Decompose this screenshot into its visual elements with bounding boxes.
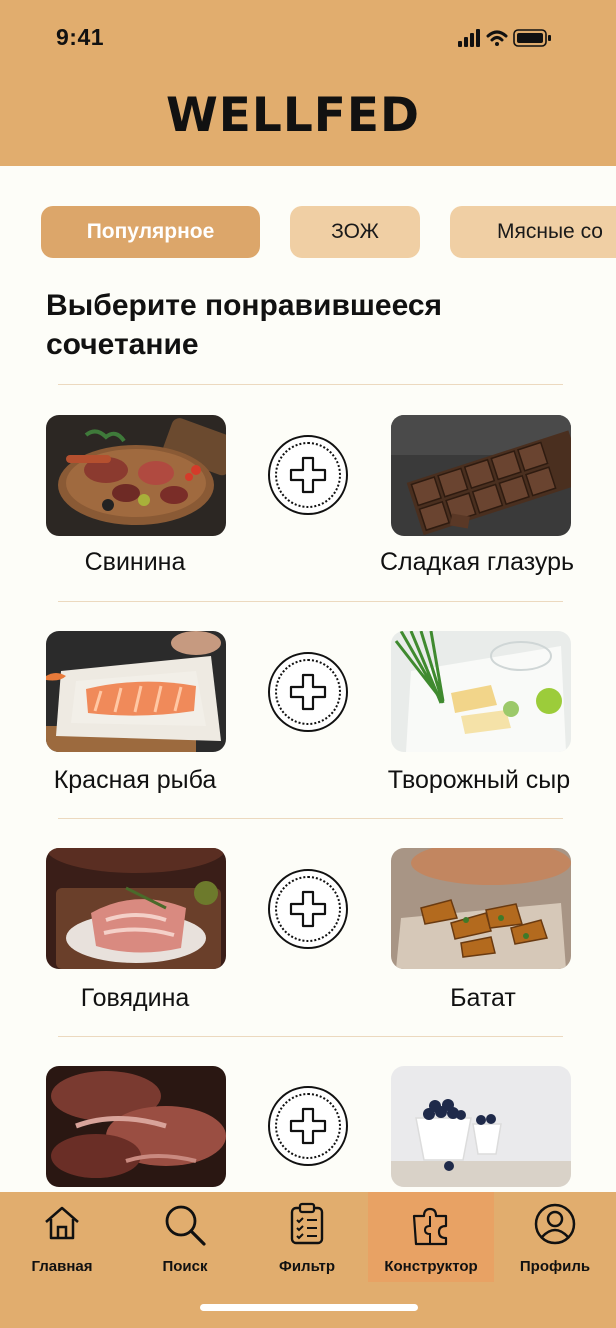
plus-icon (289, 890, 327, 928)
divider (58, 818, 563, 819)
plus-icon (289, 1107, 327, 1145)
thumb-glaze[interactable] (391, 415, 571, 536)
chip-meat[interactable]: Мясные со (450, 206, 616, 258)
cellular-signal-icon (458, 29, 480, 47)
combine-button[interactable] (268, 435, 348, 515)
chip-popular[interactable]: Популярное (41, 206, 260, 258)
meat-platter-photo (46, 415, 226, 536)
sweet-potato-photo (391, 848, 571, 969)
thumb-cream-cheese[interactable] (391, 631, 571, 752)
thumb-sweet-potato[interactable] (391, 848, 571, 969)
chocolate-bar-photo (391, 415, 571, 536)
tab-label: Профиль (519, 1258, 591, 1275)
divider (58, 1036, 563, 1037)
ingredient-label: Красная рыба (53, 766, 217, 794)
combine-button[interactable] (268, 869, 348, 949)
divider (58, 601, 563, 602)
beef-steak-photo (46, 848, 226, 969)
page-heading: Выберите понравившееся сочетание (46, 289, 443, 361)
clipboard-checklist-icon (290, 1202, 324, 1245)
salmon-fillet-photo (46, 631, 226, 752)
thumb-beef[interactable] (46, 848, 226, 969)
ingredient-label: Творожный сыр (387, 766, 571, 794)
tab-search[interactable]: Поиск (142, 1192, 228, 1282)
wifi-icon (486, 30, 508, 46)
plus-icon (289, 456, 327, 494)
tab-constructor[interactable]: Конструктор (368, 1192, 494, 1282)
thumb-blueberries[interactable] (391, 1066, 571, 1187)
grilled-meat-photo (46, 1066, 226, 1187)
puzzle-icon (412, 1207, 448, 1246)
cheese-plate-photo (391, 631, 571, 752)
tab-label: Конструктор (384, 1258, 478, 1275)
ingredient-label: Говядина (80, 984, 190, 1012)
combine-button[interactable] (268, 652, 348, 732)
tab-label: Главная (31, 1258, 93, 1275)
app-title: WELLFED (165, 88, 421, 143)
home-icon (45, 1206, 79, 1240)
tab-home[interactable]: Главная (20, 1192, 104, 1282)
plus-icon (289, 673, 327, 711)
combine-button[interactable] (268, 1086, 348, 1166)
thumb-pork[interactable] (46, 415, 226, 536)
tab-label: Поиск (162, 1258, 208, 1275)
blueberries-bowl-photo (391, 1066, 571, 1187)
thumb-grilled-meat[interactable] (46, 1066, 226, 1187)
status-time: 9:41 (56, 24, 105, 50)
user-icon (534, 1203, 576, 1245)
status-icons (458, 28, 558, 48)
divider (58, 384, 563, 385)
chip-healthy[interactable]: ЗОЖ (290, 206, 420, 258)
category-chips: Популярное ЗОЖ Мясные со (0, 206, 616, 258)
ingredient-label: Сладкая глазурь (379, 548, 575, 576)
battery-icon (513, 29, 551, 47)
ingredient-label: Батат (450, 984, 516, 1012)
tab-profile[interactable]: Профиль (510, 1192, 600, 1282)
thumb-red-fish[interactable] (46, 631, 226, 752)
ingredient-label: Свинина (84, 548, 186, 576)
tab-label: Фильтр (279, 1258, 335, 1275)
home-indicator (200, 1304, 418, 1311)
app-header: 9:41 WELLFED (0, 0, 616, 166)
search-icon (165, 1205, 206, 1246)
tab-filter[interactable]: Фильтр (265, 1192, 349, 1282)
